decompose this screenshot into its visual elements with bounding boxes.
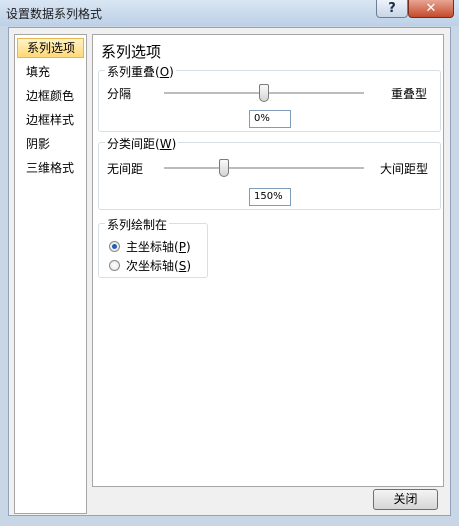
close-icon[interactable]: ✕: [408, 0, 454, 18]
panel-title: 系列选项: [101, 43, 162, 61]
gap-slider-track[interactable]: [164, 167, 364, 170]
overlap-slider-thumb[interactable]: [259, 84, 269, 102]
gap-max-label: 大间距型: [380, 162, 429, 176]
gap-group-label: 分类间距(W): [105, 135, 179, 152]
overlap-group: 系列重叠(O) 分隔 重叠型 0%: [98, 63, 441, 132]
nav-item-border-style[interactable]: 边框样式: [17, 110, 84, 130]
category-list: 系列选项 填充 边框颜色 边框样式 阴影 三维格式: [14, 34, 87, 514]
plot-on-group-label: 系列绘制在: [105, 216, 170, 233]
close-button[interactable]: 关闭: [373, 489, 438, 510]
options-panel: 系列选项 系列重叠(O) 分隔 重叠型 0% 分类间距(W) 无间距 大间距型 …: [92, 34, 444, 487]
nav-item-shadow[interactable]: 阴影: [17, 134, 84, 154]
primary-axis-label: 主坐标轴(P): [126, 240, 191, 254]
overlap-max-label: 重叠型: [391, 87, 428, 101]
overlap-min-label: 分隔: [107, 87, 132, 101]
dialog-body: 系列选项 填充 边框颜色 边框样式 阴影 三维格式 系列选项 系列重叠(O) 分…: [8, 27, 451, 516]
gap-value-input[interactable]: 150%: [249, 188, 291, 206]
help-icon[interactable]: ?: [376, 0, 408, 18]
nav-item-fill[interactable]: 填充: [17, 62, 84, 82]
title-bar: 设置数据系列格式 ? ✕: [0, 0, 459, 26]
plot-on-group: 系列绘制在 主坐标轴(P) 次坐标轴(S): [98, 216, 208, 278]
primary-axis-option[interactable]: 主坐标轴(P): [109, 238, 191, 255]
overlap-value-input[interactable]: 0%: [249, 110, 291, 128]
primary-axis-radio[interactable]: [109, 241, 120, 252]
nav-item-border-color[interactable]: 边框颜色: [17, 86, 84, 106]
overlap-group-label: 系列重叠(O): [105, 63, 176, 80]
nav-item-3d-format[interactable]: 三维格式: [17, 158, 84, 178]
secondary-axis-option[interactable]: 次坐标轴(S): [109, 257, 191, 274]
gap-group: 分类间距(W) 无间距 大间距型 150%: [98, 135, 441, 210]
gap-min-label: 无间距: [107, 162, 144, 176]
secondary-axis-label: 次坐标轴(S): [126, 259, 192, 273]
gap-slider-thumb[interactable]: [219, 159, 229, 177]
nav-item-series-options[interactable]: 系列选项: [17, 38, 84, 58]
window-title: 设置数据系列格式: [6, 7, 103, 21]
secondary-axis-radio[interactable]: [109, 260, 120, 271]
